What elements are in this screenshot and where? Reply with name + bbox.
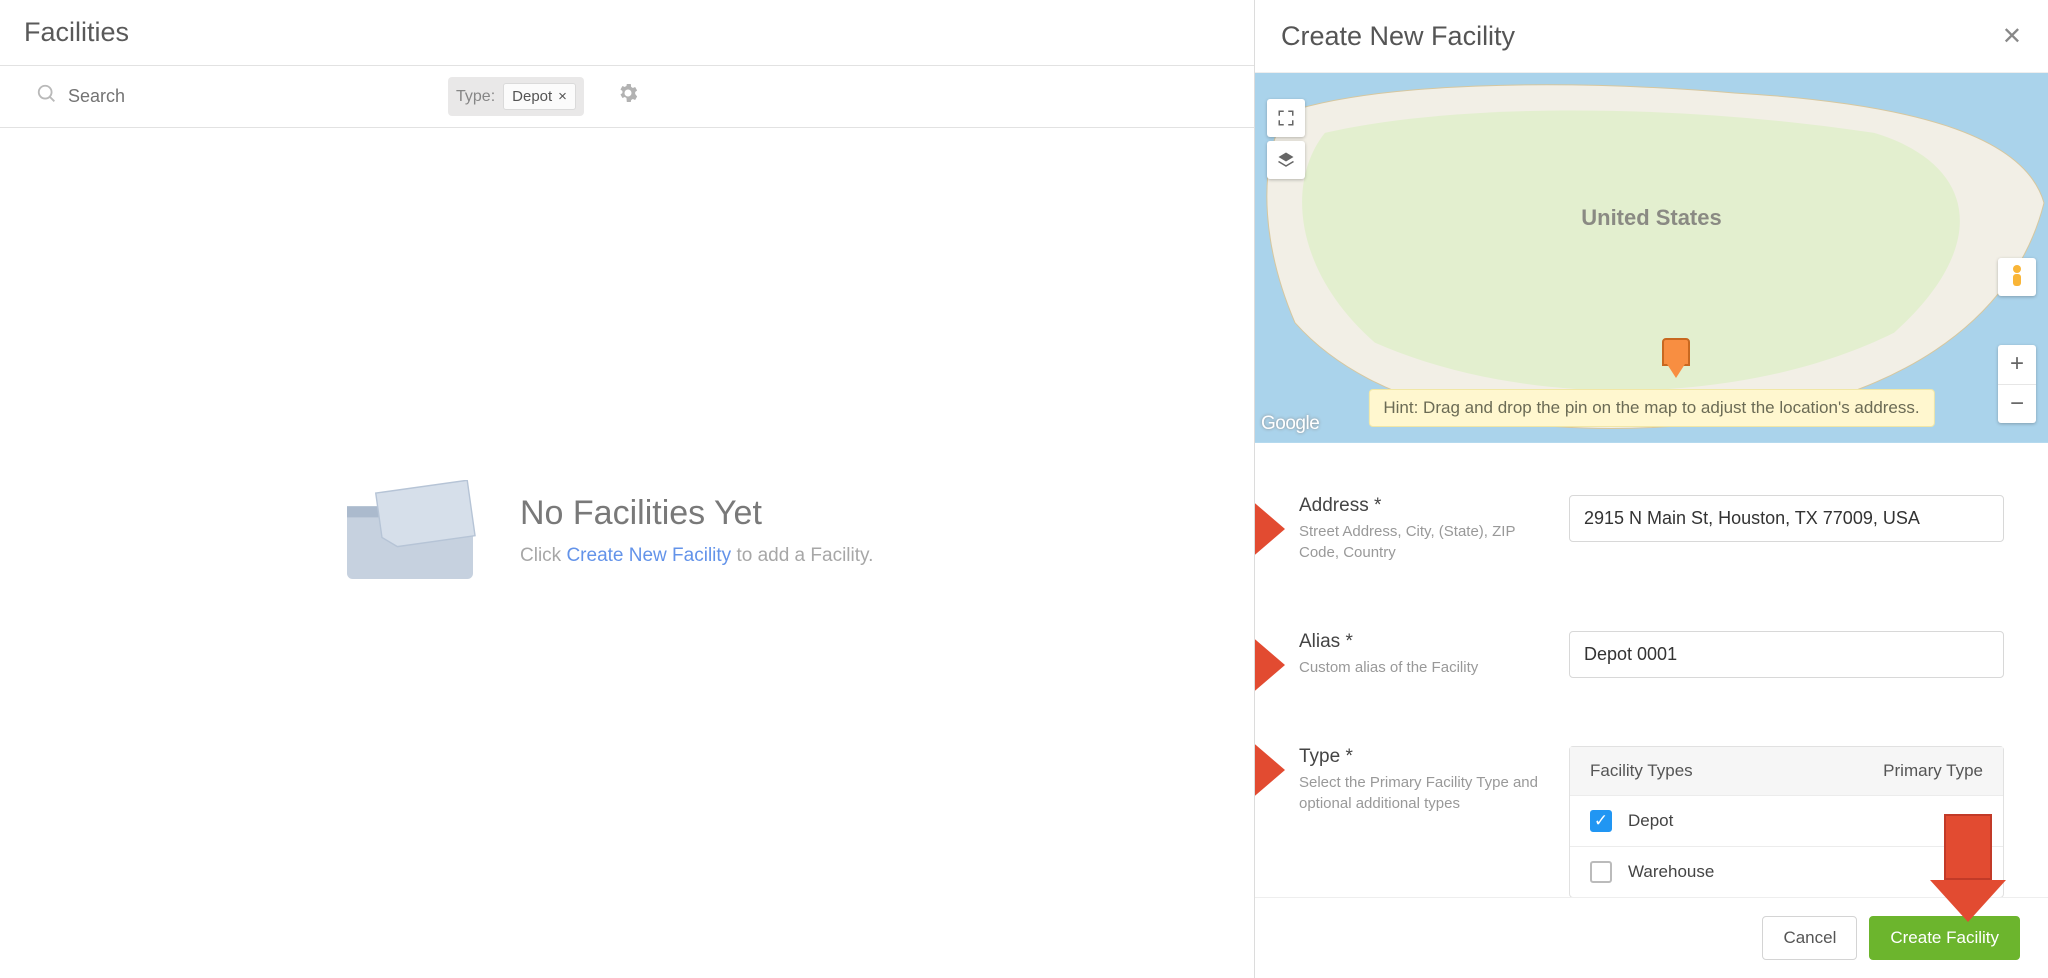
map-zoom-control: + − <box>1998 345 2036 423</box>
arrow-annotation <box>1255 734 1285 806</box>
create-facility-button[interactable]: Create Facility <box>1869 916 2020 960</box>
alias-desc: Custom alias of the Facility <box>1299 657 1545 678</box>
empty-description: Click Create New Facility to add a Facil… <box>520 545 873 567</box>
gear-icon[interactable] <box>616 81 640 112</box>
layers-icon[interactable] <box>1267 141 1305 179</box>
cancel-button[interactable]: Cancel <box>1762 916 1857 960</box>
col-primary-type: Primary Type <box>1883 761 1983 781</box>
panel-title: Create New Facility <box>1281 21 1515 52</box>
arrow-annotation <box>1255 629 1285 701</box>
alias-label: Alias * <box>1299 631 1545 653</box>
svg-text:United States: United States <box>1581 205 1721 230</box>
filter-chip[interactable]: Depot × <box>503 83 576 110</box>
map[interactable]: United States + − Google Hint: Drag and … <box>1255 73 2048 443</box>
arrow-annotation <box>1255 493 1285 565</box>
address-desc: Street Address, City, (State), ZIP Code,… <box>1299 521 1545 563</box>
empty-create-link[interactable]: Create New Facility <box>566 545 731 566</box>
checkbox-warehouse[interactable] <box>1590 861 1612 883</box>
streetview-icon[interactable] <box>1998 258 2036 296</box>
col-facility-types: Facility Types <box>1590 761 1693 781</box>
google-map-logo: Google <box>1261 413 1319 435</box>
zoom-in-button[interactable]: + <box>1998 345 2036 385</box>
type-filter[interactable]: Type: Depot × <box>448 77 584 116</box>
alias-input[interactable] <box>1569 631 2004 678</box>
search-input[interactable] <box>68 86 428 107</box>
page-title: Facilities <box>24 17 129 48</box>
type-desc: Select the Primary Facility Type and opt… <box>1299 772 1545 814</box>
type-label: Type * <box>1299 746 1545 768</box>
zoom-out-button[interactable]: − <box>1998 385 2036 424</box>
fullscreen-icon[interactable] <box>1267 99 1305 137</box>
search-icon <box>36 83 58 110</box>
empty-folder-icon <box>340 480 480 580</box>
row-label: Warehouse <box>1628 862 1714 882</box>
map-pin[interactable] <box>1662 338 1690 366</box>
checkbox-depot[interactable]: ✓ <box>1590 810 1612 832</box>
empty-title: No Facilities Yet <box>520 494 873 533</box>
filter-label: Type: <box>456 88 495 106</box>
close-icon[interactable]: ✕ <box>2002 22 2022 51</box>
address-label: Address * <box>1299 495 1545 517</box>
row-label: Depot <box>1628 811 1673 831</box>
create-facility-panel: Create New Facility ✕ United States + − … <box>1254 0 2048 978</box>
address-input[interactable] <box>1569 495 2004 542</box>
map-hint: Hint: Drag and drop the pin on the map t… <box>1368 389 1934 427</box>
filter-remove-icon[interactable]: × <box>558 88 567 105</box>
arrow-annotation <box>1930 814 2006 922</box>
